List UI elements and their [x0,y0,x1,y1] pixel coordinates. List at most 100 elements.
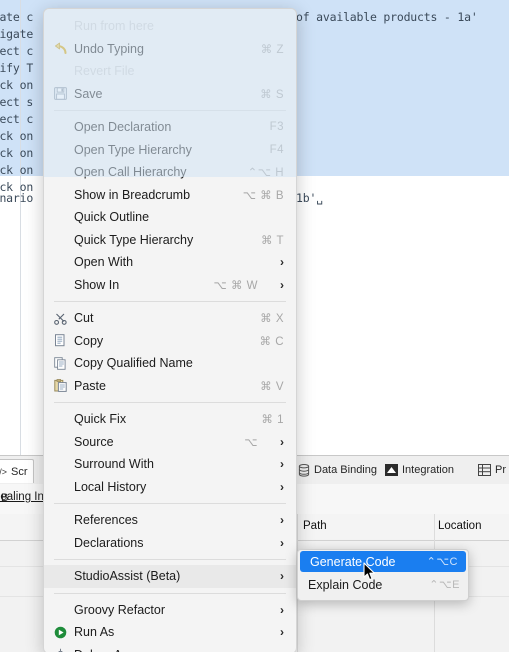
submenu-item-explain-code[interactable]: Explain Code ⌃⌥E [298,573,468,596]
menu-item-source[interactable]: Source ⌥ › [44,431,296,454]
tab-data-binding-label: Data Binding [314,464,377,476]
paste-icon [54,379,74,393]
menu-item-local-history[interactable]: Local History › [44,476,296,499]
menu-item-label: Save [74,86,103,101]
run-icon [54,626,74,639]
menu-item-label: Open With [74,255,134,270]
menu-item-shortcut: ⌘ T [260,234,284,247]
tab-integration[interactable]: Integration [385,460,454,480]
column-header-path[interactable]: Path [303,520,327,532]
menu-item-label: Open Call Hierarchy [74,165,187,180]
menu-item-run-as[interactable]: Run As › [44,621,296,644]
menu-separator [54,592,286,594]
menu-item-cut[interactable]: Cut ⌘ X [44,307,296,330]
menu-item-paste[interactable]: Paste ⌘ V [44,375,296,398]
chevron-right-icon: › [280,255,284,270]
menu-item-shortcut: ⌃⌥ H [247,167,284,180]
menu-item-shortcut: ⌥ [244,436,258,449]
menu-item-shortcut: ⌘ X [260,313,284,326]
tab-script-label: Scr [11,465,28,478]
menu-item-copy-qualified-name[interactable]: Copy Qualified Name [44,352,296,375]
mouse-cursor [363,562,377,582]
submenu-item-shortcut: ⌃⌥C [426,556,458,568]
menu-item-label: Revert File [74,64,135,79]
chevron-right-icon: › [266,648,284,652]
menu-item-open-type-hierarchy[interactable]: Open Type Hierarchy F4 [44,139,296,162]
menu-item-references[interactable]: References › [44,509,296,532]
menu-item-undo-typing[interactable]: Undo Typing ⌘ Z [44,38,296,61]
menu-item-studioassist[interactable]: StudioAssist (Beta) › [44,565,296,588]
menu-item-label: Show In [74,277,120,292]
menu-item-label: Run from here [74,19,154,34]
code-line-right: 1b'␣ [296,191,323,205]
menu-item-show-in[interactable]: Show In ⌥ ⌘ W › [44,274,296,297]
menu-item-open-declaration[interactable]: Open Declaration F3 [44,116,296,139]
menu-item-run-from-here: Run from here [44,15,296,38]
code-line: elect c [0,44,34,58]
menu-item-shortcut: ⌘ S [260,88,284,101]
menu-item-shortcut: ⌘ Z [260,43,284,56]
svg-text:</>: </> [0,467,7,477]
code-line-right: of available products - 1a' [296,10,478,24]
submenu-item-generate-code[interactable]: Generate Code ⌃⌥C [300,551,466,572]
menu-item-show-in-breadcrumb[interactable]: Show in Breadcrumb ⌥ ⌘ B [44,184,296,207]
menu-item-label: Copy [74,333,104,348]
column-header-location[interactable]: Location [438,520,481,532]
code-line: erify T [0,61,34,75]
menu-item-label: Undo Typing [74,41,144,56]
context-menu[interactable]: Run from here Undo Typing ⌘ Z Revert Fil… [43,8,297,652]
screen: reate c avigate elect c erify T lick on … [0,0,509,652]
menu-item-shortcut: ⌥ ⌘ W [213,279,258,292]
menu-item-label: Open Declaration [74,120,172,135]
tab-data-binding[interactable]: Data Binding [298,460,377,480]
chevron-right-icon: › [280,479,284,494]
code-line: lick on [0,146,34,160]
menu-item-label: Copy Qualified Name [74,356,193,371]
menu-item-label: Open Type Hierarchy [74,142,192,157]
menu-item-label: Run As [74,625,115,640]
menu-item-label: References [74,513,138,528]
chevron-right-icon: › [280,625,284,640]
menu-item-quick-outline[interactable]: Quick Outline [44,206,296,229]
menu-item-shortcut: ⌘ C [259,335,284,348]
menu-item-label: Cut [74,311,94,326]
submenu-item-label: Generate Code [310,554,396,569]
menu-item-open-call-hierarchy[interactable]: Open Call Hierarchy ⌃⌥ H [44,161,296,184]
table-icon [478,464,491,476]
menu-item-label: Paste [74,378,106,393]
menu-item-shortcut: ⌘ V [260,380,284,393]
integration-icon [385,464,398,476]
menu-item-open-with[interactable]: Open With › [44,251,296,274]
menu-item-groovy-refactor[interactable]: Groovy Refactor › [44,599,296,622]
menu-separator [54,559,286,560]
menu-separator [54,402,286,403]
code-line: lick on [0,129,34,143]
menu-item-label: Debug As [74,648,128,652]
menu-item-label: Local History [74,479,147,494]
menu-item-declarations[interactable]: Declarations › [44,532,296,555]
chevron-right-icon: › [280,569,284,584]
code-tag-icon: </> [0,465,7,478]
menu-item-quick-fix[interactable]: Quick Fix ⌘ 1 [44,408,296,431]
menu-item-debug-as[interactable]: Debug As › [44,644,296,652]
tab-properties-label: Pr [495,464,506,476]
menu-item-save[interactable]: Save ⌘ S [44,83,296,106]
menu-separator [54,301,286,302]
menu-item-surround-with[interactable]: Surround With › [44,453,296,476]
tab-properties[interactable]: Pr [478,460,506,480]
menu-item-quick-type-hierarchy[interactable]: Quick Type Hierarchy ⌘ T [44,229,296,252]
menu-item-shortcut: F3 [269,121,284,134]
code-line: elect c [0,112,34,126]
menu-separator [54,503,286,504]
tab-integration-label: Integration [402,464,454,476]
menu-item-label: Quick Type Hierarchy [74,232,194,247]
chevron-right-icon: › [280,513,284,528]
menu-item-copy[interactable]: Copy ⌘ C [44,330,296,353]
menu-item-label: Declarations [74,535,144,550]
code-line: lick on [0,163,34,177]
studioassist-submenu[interactable]: Generate Code ⌃⌥C Explain Code ⌃⌥E [297,549,469,601]
menu-item-label: StudioAssist (Beta) [74,569,181,584]
code-line: lick on [0,78,34,92]
tab-script[interactable]: </> Scr [0,459,34,483]
code-line: avigate [0,27,34,41]
